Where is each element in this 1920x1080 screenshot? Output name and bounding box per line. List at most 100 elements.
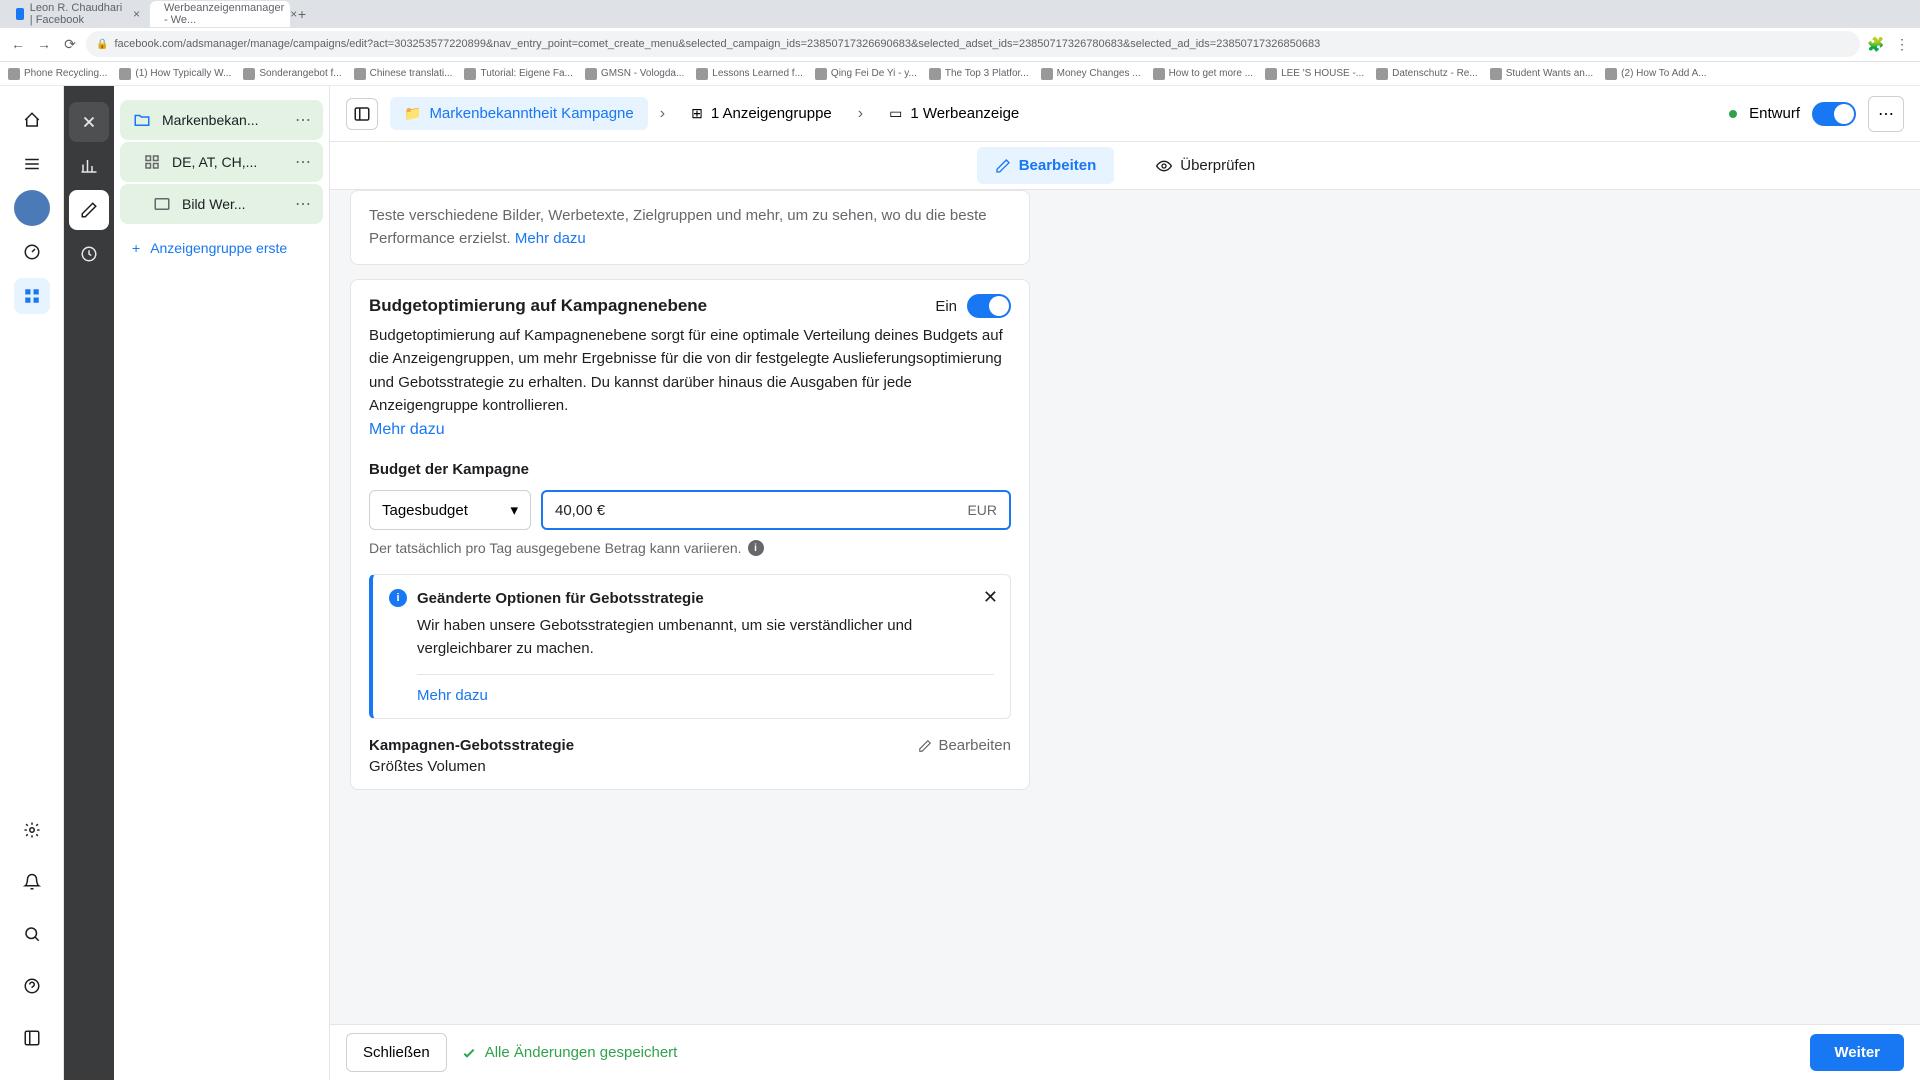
edit-label: Bearbeiten	[938, 737, 1011, 754]
left-nav	[0, 86, 64, 1080]
menu-icon[interactable]	[14, 146, 50, 182]
strategy-value: Größtes Volumen	[369, 758, 574, 775]
ab-test-card: Teste verschiedene Bilder, Werbetexte, Z…	[350, 190, 1030, 265]
add-adset-button[interactable]: + Anzeigengruppe erste	[114, 226, 329, 270]
bookmark[interactable]: Chinese translati...	[354, 68, 453, 80]
info-body: Wir haben unsere Gebotsstrategien umbena…	[417, 615, 994, 660]
folder-icon	[132, 110, 152, 130]
crumb-campaign[interactable]: 📁Markenbekanntheit Kampagne	[390, 97, 648, 130]
learn-more-link[interactable]: Mehr dazu	[369, 421, 445, 438]
budget-optimization-toggle[interactable]	[967, 294, 1011, 318]
url-text: facebook.com/adsmanager/manage/campaigns…	[114, 38, 1320, 50]
more-icon[interactable]: ⋯	[295, 152, 311, 172]
edit-rail	[64, 86, 114, 1080]
saved-status: Alle Änderungen gespeichert	[461, 1044, 678, 1061]
footer-bar: Schließen Alle Änderungen gespeichert We…	[330, 1024, 1920, 1080]
browser-tab[interactable]: Leon R. Chaudhari | Facebook ×	[8, 1, 148, 27]
ad-icon	[152, 194, 172, 214]
main-panel: 📁Markenbekanntheit Kampagne › ⊞1 Anzeige…	[330, 86, 1920, 1080]
status-dot	[1729, 110, 1737, 118]
section-desc: Budgetoptimierung auf Kampagnenebene sor…	[369, 324, 1011, 417]
bookmark[interactable]: Money Changes ...	[1041, 68, 1141, 80]
clock-icon[interactable]	[69, 234, 109, 274]
home-icon[interactable]	[14, 102, 50, 138]
budget-type-select[interactable]: Tagesbudget ▾	[369, 490, 531, 530]
bell-icon[interactable]	[14, 864, 50, 900]
close-button[interactable]: Schließen	[346, 1033, 447, 1072]
saved-label: Alle Änderungen gespeichert	[485, 1044, 678, 1061]
field-label: Budget der Kampagne	[369, 461, 1011, 478]
more-icon[interactable]: ⋯	[295, 110, 311, 130]
extensions-icon[interactable]: 🧩	[1866, 34, 1886, 54]
budget-amount-wrap: EUR	[541, 490, 1011, 530]
tree-campaign[interactable]: Markenbekan... ⋯	[120, 100, 323, 140]
learn-more-link[interactable]: Mehr dazu	[417, 674, 994, 704]
chart-icon[interactable]	[69, 146, 109, 186]
content-scroll[interactable]: Teste verschiedene Bilder, Werbetexte, Z…	[330, 190, 1920, 1024]
reload-icon[interactable]: ⟳	[60, 34, 80, 54]
breadcrumb-bar: 📁Markenbekanntheit Kampagne › ⊞1 Anzeige…	[330, 86, 1920, 142]
budget-amount-input[interactable]	[555, 502, 967, 519]
adset-icon	[142, 152, 162, 172]
crumb-adset[interactable]: ⊞ 1 Anzeigengruppe	[677, 97, 846, 130]
info-icon[interactable]: i	[748, 540, 764, 556]
pencil-icon[interactable]	[69, 190, 109, 230]
close-icon[interactable]: ✕	[983, 587, 998, 608]
bookmark[interactable]: Student Wants an...	[1490, 68, 1593, 80]
crumb-ad[interactable]: ▭1 Werbeanzeige	[875, 97, 1033, 130]
next-button[interactable]: Weiter	[1810, 1034, 1904, 1071]
tree-label: DE, AT, CH,...	[172, 154, 285, 170]
bookmark[interactable]: How to get more ...	[1153, 68, 1253, 80]
budget-hint: Der tatsächlich pro Tag ausgegebene Betr…	[369, 540, 1011, 556]
search-icon[interactable]	[14, 916, 50, 952]
tab-label: Überprüfen	[1180, 157, 1255, 174]
bookmark[interactable]: LEE 'S HOUSE -...	[1265, 68, 1364, 80]
bookmark[interactable]: GMSN - Vologda...	[585, 68, 684, 80]
lock-icon: 🔒	[96, 39, 108, 50]
crumb-label: Markenbekanntheit Kampagne	[429, 105, 633, 122]
bookmark[interactable]: The Top 3 Platfor...	[929, 68, 1029, 80]
menu-icon[interactable]: ⋮	[1892, 34, 1912, 54]
collapse-icon[interactable]	[14, 1020, 50, 1056]
new-tab-button[interactable]: +	[292, 4, 312, 24]
tree-adset[interactable]: DE, AT, CH,... ⋯	[120, 142, 323, 182]
bookmark[interactable]: Datenschutz - Re...	[1376, 68, 1478, 80]
bookmark[interactable]: Lessons Learned f...	[696, 68, 803, 80]
bookmark[interactable]: Phone Recycling...	[8, 68, 107, 80]
tree-ad[interactable]: Bild Wer... ⋯	[120, 184, 323, 224]
more-icon[interactable]: ⋯	[295, 194, 311, 214]
bookmark[interactable]: Qing Fei De Yi - y...	[815, 68, 917, 80]
tab-label: Bearbeiten	[1019, 157, 1097, 174]
tab-review[interactable]: Überprüfen	[1138, 147, 1273, 184]
help-icon[interactable]	[14, 968, 50, 1004]
browser-tab-active[interactable]: Werbeanzeigenmanager - We...×	[150, 1, 290, 27]
tab-edit[interactable]: Bearbeiten	[977, 147, 1115, 184]
bookmark[interactable]: Tutorial: Eigene Fa...	[464, 68, 572, 80]
close-panel-button[interactable]	[69, 102, 109, 142]
avatar[interactable]	[14, 190, 50, 226]
adset-icon: ⊞	[691, 105, 703, 122]
url-bar[interactable]: 🔒 facebook.com/adsmanager/manage/campaign…	[86, 31, 1860, 57]
tree-label: Markenbekan...	[162, 112, 285, 128]
campaign-toggle[interactable]	[1812, 102, 1856, 126]
gauge-icon[interactable]	[14, 234, 50, 270]
currency-label: EUR	[967, 502, 997, 518]
budget-card: Budgetoptimierung auf Kampagnenebene Ein…	[350, 279, 1030, 790]
back-icon[interactable]: ←	[8, 34, 28, 54]
close-icon[interactable]: ×	[133, 7, 140, 21]
crumb-label: 1 Anzeigengruppe	[711, 105, 832, 122]
app-root: Markenbekan... ⋯ DE, AT, CH,... ⋯ Bild W…	[0, 86, 1920, 1080]
learn-more-link[interactable]: Mehr dazu	[515, 230, 586, 247]
plus-icon: +	[132, 240, 140, 256]
more-button[interactable]: ⋯	[1868, 96, 1904, 132]
forward-icon[interactable]: →	[34, 34, 54, 54]
tab-label: Leon R. Chaudhari | Facebook	[30, 2, 127, 26]
edit-strategy-button[interactable]: Bearbeiten	[918, 737, 1011, 754]
bookmark[interactable]: Sonderangebot f...	[243, 68, 341, 80]
panel-toggle-icon[interactable]	[346, 98, 378, 130]
bookmark[interactable]: (1) How Typically W...	[119, 68, 231, 80]
bookmark[interactable]: (2) How To Add A...	[1605, 68, 1706, 80]
gear-icon[interactable]	[14, 812, 50, 848]
grid-icon[interactable]	[14, 278, 50, 314]
select-value: Tagesbudget	[382, 502, 468, 519]
